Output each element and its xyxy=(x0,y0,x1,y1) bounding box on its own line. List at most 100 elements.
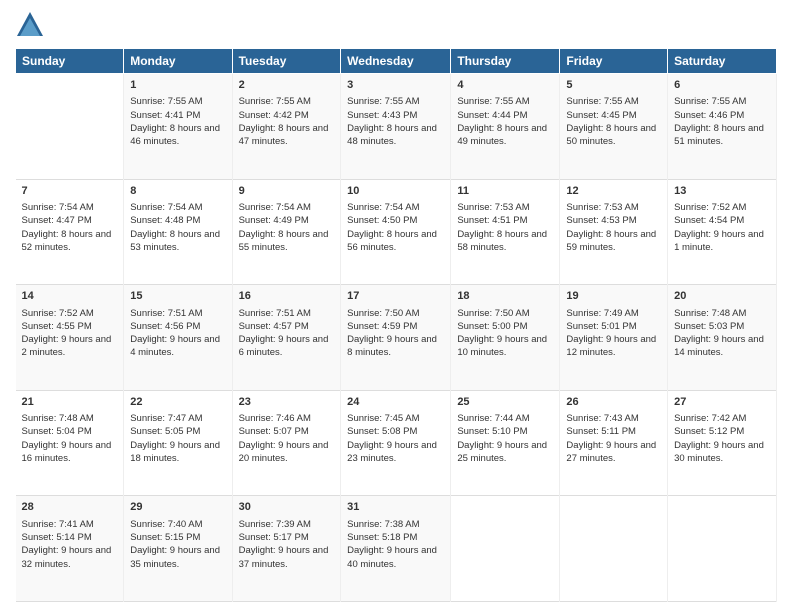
sunrise: Sunrise: 7:47 AM xyxy=(130,413,202,424)
day-number: 9 xyxy=(239,184,335,199)
sunrise: Sunrise: 7:41 AM xyxy=(22,519,94,530)
day-number: 12 xyxy=(566,184,661,199)
day-cell: 24Sunrise: 7:45 AMSunset: 5:08 PMDayligh… xyxy=(341,390,451,496)
sunrise: Sunrise: 7:53 AM xyxy=(457,202,529,213)
sunrise: Sunrise: 7:45 AM xyxy=(347,413,419,424)
sunrise: Sunrise: 7:55 AM xyxy=(457,96,529,107)
calendar-table: SundayMondayTuesdayWednesdayThursdayFrid… xyxy=(15,48,777,602)
day-number: 5 xyxy=(566,78,661,93)
sunrise: Sunrise: 7:51 AM xyxy=(239,308,311,319)
sunset: Sunset: 4:54 PM xyxy=(674,215,744,226)
day-cell: 30Sunrise: 7:39 AMSunset: 5:17 PMDayligh… xyxy=(232,496,341,602)
day-cell: 5 Sunrise: 7:55 AM Sunset: 4:45 PM Daylight… xyxy=(560,74,668,180)
sunset: Sunset: 4:41 PM xyxy=(130,110,200,121)
daylight: Daylight: 9 hours and 8 minutes. xyxy=(347,334,437,358)
day-cell: 21Sunrise: 7:48 AMSunset: 5:04 PMDayligh… xyxy=(16,390,124,496)
daylight: Daylight: 9 hours and 25 minutes. xyxy=(457,440,547,464)
sunrise: Sunrise: 7:48 AM xyxy=(674,308,746,319)
day-cell: 3Sunrise: 7:55 AMSunset: 4:43 PMDaylight… xyxy=(341,74,451,180)
day-cell: 26Sunrise: 7:43 AMSunset: 5:11 PMDayligh… xyxy=(560,390,668,496)
day-number: 16 xyxy=(239,289,335,304)
day-number: 1 xyxy=(130,78,225,93)
day-cell xyxy=(668,496,777,602)
day-header-tuesday: Tuesday xyxy=(232,49,341,74)
sunset: Sunset: 5:04 PM xyxy=(22,426,92,437)
day-number: 27 xyxy=(674,395,770,410)
sunset: Sunset: 4:44 PM xyxy=(457,110,527,121)
sunset: Sunset: 4:46 PM xyxy=(674,110,744,121)
day-header-thursday: Thursday xyxy=(451,49,560,74)
day-header-wednesday: Wednesday xyxy=(341,49,451,74)
sunset: Sunset: 4:45 PM xyxy=(566,110,636,121)
day-cell: 2Sunrise: 7:55 AMSunset: 4:42 PMDaylight… xyxy=(232,74,341,180)
header xyxy=(15,10,777,40)
day-cell: 10Sunrise: 7:54 AMSunset: 4:50 PMDayligh… xyxy=(341,179,451,285)
week-row-3: 14Sunrise: 7:52 AMSunset: 4:55 PMDayligh… xyxy=(16,285,777,391)
day-number: 4 xyxy=(457,78,553,93)
day-number: 19 xyxy=(566,289,661,304)
day-number: 21 xyxy=(22,395,118,410)
day-number: 25 xyxy=(457,395,553,410)
day-cell: 23Sunrise: 7:46 AMSunset: 5:07 PMDayligh… xyxy=(232,390,341,496)
sunrise: Sunrise: 7:54 AM xyxy=(22,202,94,213)
daylight: Daylight: 9 hours and 20 minutes. xyxy=(239,440,329,464)
sunset: Sunset: 5:18 PM xyxy=(347,532,417,543)
day-cell: 8Sunrise: 7:54 AMSunset: 4:48 PMDaylight… xyxy=(124,179,232,285)
day-cell: 6Sunrise: 7:55 AMSunset: 4:46 PMDaylight… xyxy=(668,74,777,180)
sunrise: Sunrise: 7:49 AM xyxy=(566,308,638,319)
sunset: Sunset: 5:01 PM xyxy=(566,321,636,332)
sunset: Sunset: 4:59 PM xyxy=(347,321,417,332)
sunset: Sunset: 4:47 PM xyxy=(22,215,92,226)
sunrise: Sunrise: 7:55 AM xyxy=(347,96,419,107)
day-number: 7 xyxy=(22,184,118,199)
day-number: 28 xyxy=(22,500,118,515)
day-number: 6 xyxy=(674,78,770,93)
day-header-friday: Friday xyxy=(560,49,668,74)
sunrise: Sunrise: 7:46 AM xyxy=(239,413,311,424)
sunset: Sunset: 4:57 PM xyxy=(239,321,309,332)
sunrise: Sunrise: 7:54 AM xyxy=(239,202,311,213)
day-number: 2 xyxy=(239,78,335,93)
sunrise: Sunrise: 7:54 AM xyxy=(130,202,202,213)
day-cell: 22Sunrise: 7:47 AMSunset: 5:05 PMDayligh… xyxy=(124,390,232,496)
sunrise: Sunrise: 7:52 AM xyxy=(674,202,746,213)
day-cell: 17Sunrise: 7:50 AMSunset: 4:59 PMDayligh… xyxy=(341,285,451,391)
day-number: 15 xyxy=(130,289,225,304)
day-cell: 1Sunrise: 7:55 AMSunset: 4:41 PMDaylight… xyxy=(124,74,232,180)
sunrise: Sunrise: 7:43 AM xyxy=(566,413,638,424)
day-cell xyxy=(451,496,560,602)
week-row-5: 28Sunrise: 7:41 AMSunset: 5:14 PMDayligh… xyxy=(16,496,777,602)
day-number: 24 xyxy=(347,395,444,410)
day-cell xyxy=(16,74,124,180)
week-row-2: 7 Sunrise: 7:54 AM Sunset: 4:47 PM Daylight… xyxy=(16,179,777,285)
sunset: Sunset: 5:15 PM xyxy=(130,532,200,543)
daylight: Daylight: 8 hours and 46 minutes. xyxy=(130,123,220,147)
sunset: Sunset: 4:51 PM xyxy=(457,215,527,226)
day-cell: 20Sunrise: 7:48 AMSunset: 5:03 PMDayligh… xyxy=(668,285,777,391)
daylight: Daylight: 9 hours and 37 minutes. xyxy=(239,545,329,569)
sunrise: Sunrise: 7:38 AM xyxy=(347,519,419,530)
daylight: Daylight: 8 hours and 59 minutes. xyxy=(566,229,656,253)
daylight: Daylight: 8 hours and 47 minutes. xyxy=(239,123,329,147)
sunrise: Sunrise: 7:55 AM xyxy=(674,96,746,107)
day-number: 8 xyxy=(130,184,225,199)
sunrise: Sunrise: 7:53 AM xyxy=(566,202,638,213)
day-cell: 13Sunrise: 7:52 AMSunset: 4:54 PMDayligh… xyxy=(668,179,777,285)
daylight: Daylight: 9 hours and 35 minutes. xyxy=(130,545,220,569)
daylight: Daylight: 9 hours and 40 minutes. xyxy=(347,545,437,569)
daylight: Daylight: 9 hours and 27 minutes. xyxy=(566,440,656,464)
sunrise: Sunrise: 7:42 AM xyxy=(674,413,746,424)
day-cell: 12Sunrise: 7:53 AMSunset: 4:53 PMDayligh… xyxy=(560,179,668,285)
day-cell: 18Sunrise: 7:50 AMSunset: 5:00 PMDayligh… xyxy=(451,285,560,391)
daylight: Daylight: 8 hours and 50 minutes. xyxy=(566,123,656,147)
daylight: Daylight: 8 hours and 58 minutes. xyxy=(457,229,547,253)
daylight: Daylight: 9 hours and 16 minutes. xyxy=(22,440,112,464)
day-number: 31 xyxy=(347,500,444,515)
day-number: 29 xyxy=(130,500,225,515)
daylight: Daylight: 8 hours and 55 minutes. xyxy=(239,229,329,253)
sunset: Sunset: 4:48 PM xyxy=(130,215,200,226)
day-number: 17 xyxy=(347,289,444,304)
sunset: Sunset: 5:07 PM xyxy=(239,426,309,437)
sunrise: Sunrise: 7:55 AM xyxy=(566,96,638,107)
day-cell: 31 Sunrise: 7:38 AM Sunset: 5:18 PM Dayligh… xyxy=(341,496,451,602)
